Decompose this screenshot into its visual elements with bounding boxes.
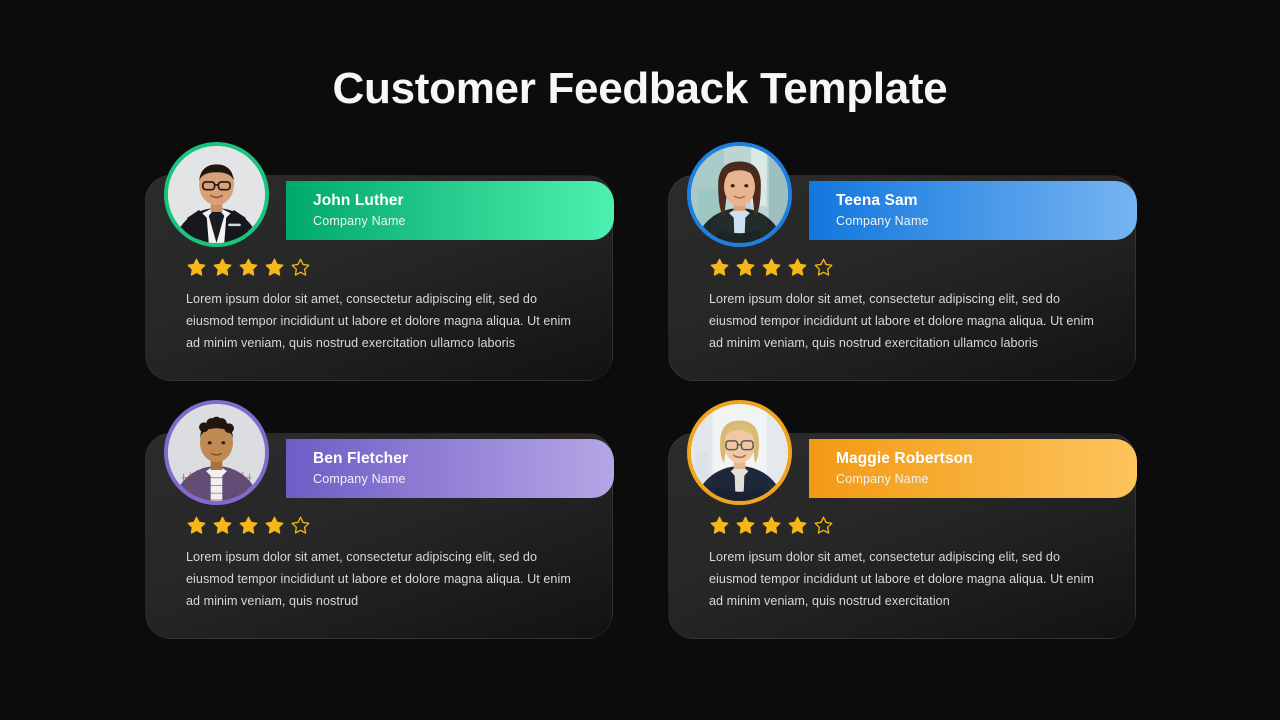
star-outline-icon [291, 516, 310, 534]
testimonial-card[interactable]: John Luther Company Name Lorem ipsum dolo… [145, 142, 614, 381]
reviewer-company: Company Name [836, 213, 929, 228]
star-filled-icon [187, 516, 206, 534]
avatar [164, 142, 269, 247]
page-title: Customer Feedback Template [332, 64, 948, 113]
avatar [164, 400, 269, 505]
star-outline-icon [814, 258, 833, 276]
reviewer-company: Company Name [313, 471, 406, 486]
reviewer-name: John Luther [313, 192, 404, 210]
star-filled-icon [187, 258, 206, 276]
testimonial-card-grid: John Luther Company Name Lorem ipsum dolo… [145, 142, 1137, 645]
star-filled-icon [710, 516, 729, 534]
review-text: Lorem ipsum dolor sit amet, consectetur … [709, 550, 1094, 608]
testimonial-card[interactable]: Ben Fletcher Company Name Lorem ipsum do… [145, 400, 614, 639]
card-name-banner: Teena Sam Company Name [809, 181, 1137, 240]
star-filled-icon [788, 516, 807, 534]
review-text: Lorem ipsum dolor sit amet, consectetur … [186, 292, 571, 350]
star-filled-icon [788, 258, 807, 276]
star-filled-icon [213, 258, 232, 276]
avatar [687, 400, 792, 505]
star-filled-icon [736, 258, 755, 276]
reviewer-name: Ben Fletcher [313, 450, 409, 468]
review-text: Lorem ipsum dolor sit amet, consectetur … [186, 550, 571, 608]
star-filled-icon [762, 258, 781, 276]
reviewer-company: Company Name [836, 471, 929, 486]
reviewer-name: Teena Sam [836, 192, 918, 210]
rating-stars[interactable] [186, 515, 311, 536]
star-filled-icon [239, 516, 258, 534]
card-name-banner: Ben Fletcher Company Name [286, 439, 614, 498]
card-name-banner: John Luther Company Name [286, 181, 614, 240]
card-name-banner: Maggie Robertson Company Name [809, 439, 1137, 498]
testimonial-card[interactable]: Maggie Robertson Company Name Lorem ipsum… [668, 400, 1137, 639]
star-filled-icon [736, 516, 755, 534]
rating-stars[interactable] [186, 257, 311, 278]
rating-stars[interactable] [709, 515, 834, 536]
reviewer-company: Company Name [313, 213, 406, 228]
avatar [687, 142, 792, 247]
star-filled-icon [265, 516, 284, 534]
star-filled-icon [239, 258, 258, 276]
star-filled-icon [762, 516, 781, 534]
star-filled-icon [213, 516, 232, 534]
star-outline-icon [291, 258, 310, 276]
star-outline-icon [814, 516, 833, 534]
review-text: Lorem ipsum dolor sit amet, consectetur … [709, 292, 1094, 350]
star-filled-icon [265, 258, 284, 276]
star-filled-icon [710, 258, 729, 276]
slide-root: Customer Feedback Template John Luther Co… [0, 0, 1280, 720]
reviewer-name: Maggie Robertson [836, 450, 973, 468]
rating-stars[interactable] [709, 257, 834, 278]
testimonial-card[interactable]: Teena Sam Company Name Lorem ipsum dolor … [668, 142, 1137, 381]
